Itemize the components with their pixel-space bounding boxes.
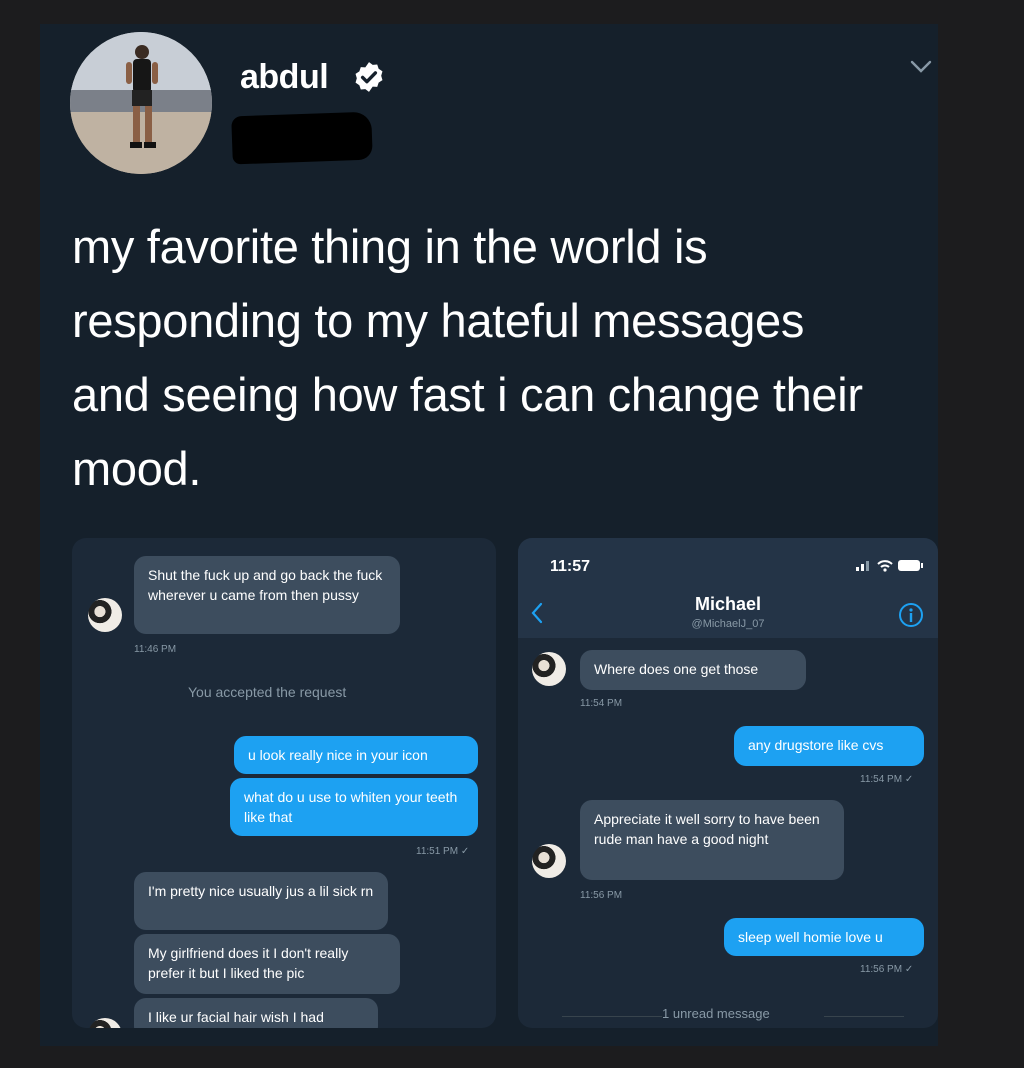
message-bubble: My girlfriend does it I don't really pre… [134,934,400,994]
timestamp: 11:56 PM [580,890,623,901]
message-bubble: I'm pretty nice usually jus a lil sick r… [134,872,388,930]
message-bubble: Shut the fuck up and go back the fuck wh… [134,556,400,634]
sender-avatar [532,652,566,686]
message-bubble: u look really nice in your icon [234,736,478,774]
info-icon[interactable] [898,602,924,628]
dm-screenshot-left: Shut the fuck up and go back the fuck wh… [72,538,496,1028]
sender-avatar [88,1018,122,1028]
message-bubble: any drugstore like cvs [734,726,924,766]
tweet-text: my favorite thing in the world is respon… [72,220,863,495]
sender-avatar [532,844,566,878]
status-bar-icons [856,560,923,572]
redacted-handle [231,111,373,165]
divider [562,1016,662,1017]
conversation-header: 11:57 Michael @MichaelJ_07 [518,538,938,638]
timestamp: 11:46 PM [134,644,177,655]
conversation-handle: @MichaelJ_07 [691,618,765,630]
divider [824,1016,904,1017]
timestamp: 11:56 PM ✓ [860,964,914,975]
timestamp: 11:51 PM ✓ [416,846,470,857]
message-bubble: what do u use to whiten your teeth like … [230,778,478,836]
message-bubble: I like ur facial hair wish I had [134,998,378,1028]
tweet-card: abdul my favorite thing in the world is … [40,24,938,1046]
sender-avatar [88,598,122,632]
unread-indicator: 1 unread message [662,1006,770,1021]
timestamp: 11:54 PM ✓ [860,774,914,785]
system-message: You accepted the request [188,684,347,700]
message-bubble: Where does one get those [580,650,806,690]
message-bubble: Appreciate it well sorry to have been ru… [580,800,844,880]
timestamp: 11:54 PM [580,698,623,709]
dm-screenshot-right: 11:57 Michael @MichaelJ_07 Where does on… [518,538,938,1028]
display-name[interactable]: abdul [240,58,329,97]
message-bubble: sleep well homie love u [724,918,924,956]
conversation-name: Michael [694,594,762,614]
verified-badge-icon [355,62,383,92]
profile-avatar[interactable] [70,32,212,174]
status-time: 11:57 [550,558,591,575]
chevron-down-icon[interactable] [910,60,932,74]
